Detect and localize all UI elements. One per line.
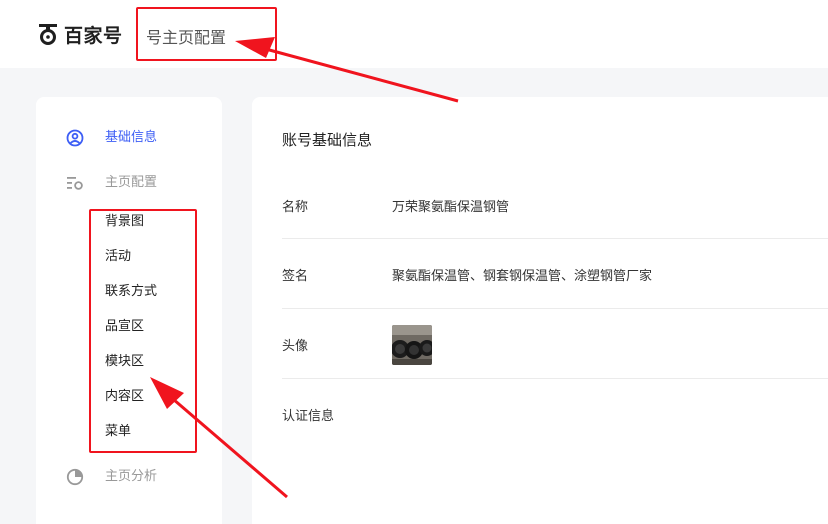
baijiahao-logo-icon <box>38 23 58 45</box>
divider <box>282 238 828 239</box>
settings-list-icon <box>66 174 84 192</box>
sidebar-item-label: 主页分析 <box>105 469 158 484</box>
avatar[interactable] <box>392 325 432 365</box>
sidebar-item-homepage-analytics[interactable]: 主页分析 <box>36 464 222 490</box>
main-panel: 账号基础信息 名称 万荣聚氨酯保温钢管 签名 聚氨酯保温管、钢套钢保温管、涂塑钢… <box>252 97 828 524</box>
row-label: 认证信息 <box>282 409 335 424</box>
divider <box>282 378 828 379</box>
section-title: 账号基础信息 <box>282 131 373 149</box>
user-circle-icon <box>66 129 84 147</box>
row-label: 签名 <box>282 269 309 284</box>
row-label: 名称 <box>282 200 309 215</box>
annotation-box-title <box>136 7 277 61</box>
sidebar-item-basic-info[interactable]: 基础信息 <box>36 125 222 151</box>
logo-text: 百家号 <box>64 24 123 47</box>
signature-value: 聚氨酯保温管、钢套钢保温管、涂塑钢管厂家 <box>392 269 653 284</box>
pie-chart-icon <box>66 468 84 486</box>
sidebar-item-homepage-config[interactable]: 主页配置 <box>36 170 222 196</box>
sidebar-item-label: 主页配置 <box>105 175 158 190</box>
top-header: 百家号 号主页配置 <box>0 0 828 68</box>
annotation-box-submenu <box>89 209 197 453</box>
account-name-value: 万荣聚氨酯保温钢管 <box>392 200 510 215</box>
row-label: 头像 <box>282 339 309 354</box>
divider <box>282 308 828 309</box>
sidebar-item-label: 基础信息 <box>105 130 158 145</box>
baijiahao-logo[interactable]: 百家号 <box>38 21 123 47</box>
